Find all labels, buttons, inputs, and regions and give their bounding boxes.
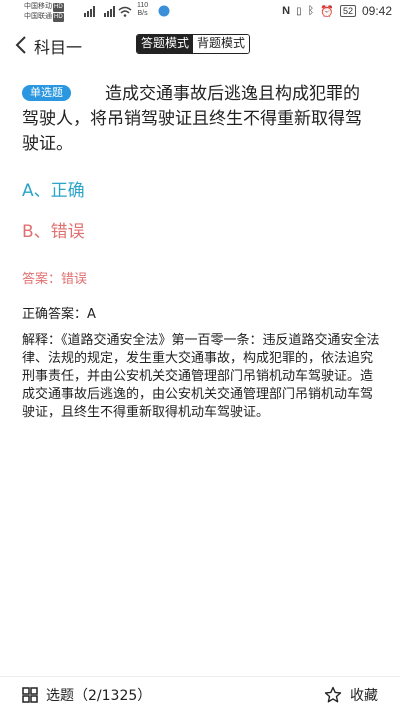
favorite-button[interactable]: 收藏 [324, 685, 378, 705]
hd-badge: HD [53, 13, 64, 22]
select-question-button[interactable]: 选题（2/1325） [22, 685, 151, 705]
select-question-label: 选题（2/1325） [46, 688, 152, 704]
bottom-bar: 选题（2/1325） 收藏 [0, 676, 400, 711]
explanation-text: 解释：《道路交通安全法》第一百零一条：违反道路交通安全法律、法规的规定，发生重大… [22, 333, 380, 420]
correct-answer: 正确答案：A [22, 307, 96, 322]
signal-icon [104, 6, 115, 17]
carrier-info: 中国移动 HD 中国联通 HD [24, 2, 64, 22]
tab-memorize-mode[interactable]: 背题模式 [193, 35, 250, 53]
hd-badge: HD [53, 3, 64, 12]
bluetooth-icon: ᛒ [307, 5, 315, 17]
vibrate-icon: ▯ [296, 5, 302, 17]
page-title: 科目一 [34, 38, 83, 57]
user-answer: 答案：错误 [22, 272, 88, 287]
mode-toggle: 答题模式 背题模式 [136, 34, 251, 54]
question-block: 单选题 造成交通事故后逃逸且构成犯罪的驾驶人，将吊销驾驶证且终生不得重新取得驾驶证… [22, 82, 362, 157]
wifi-icon [118, 6, 132, 17]
carrier-1: 中国移动 [24, 3, 52, 10]
tab-answer-mode[interactable]: 答题模式 [137, 35, 194, 53]
signal-icon [84, 6, 95, 17]
clock: 09:42 [361, 4, 392, 18]
app-notification-icon [158, 5, 170, 17]
question-type-badge: 单选题 [22, 85, 71, 101]
status-bar: 中国移动 HD 中国联通 HD 110 B/s N ▯ ᛒ ⏰ 52 09:42 [0, 0, 400, 24]
star-icon [324, 686, 342, 703]
app-header: 科目一 答题模式 背题模式 [0, 28, 400, 62]
carrier-2: 中国联通 [24, 13, 52, 20]
nfc-icon: N [282, 5, 291, 17]
back-arrow-icon[interactable] [12, 33, 32, 57]
favorite-label: 收藏 [350, 688, 378, 704]
net-speed: 110 B/s [137, 2, 149, 17]
battery-icon: 52 [339, 5, 356, 17]
question-text: 造成交通事故后逃逸且构成犯罪的驾驶人，将吊销驾驶证且终生不得重新取得驾驶证。 [22, 84, 362, 154]
grid-icon [22, 687, 38, 703]
alarm-icon: ⏰ [320, 5, 334, 18]
option-b[interactable]: B、错误 [22, 217, 85, 242]
option-a[interactable]: A、正确 [22, 176, 85, 201]
